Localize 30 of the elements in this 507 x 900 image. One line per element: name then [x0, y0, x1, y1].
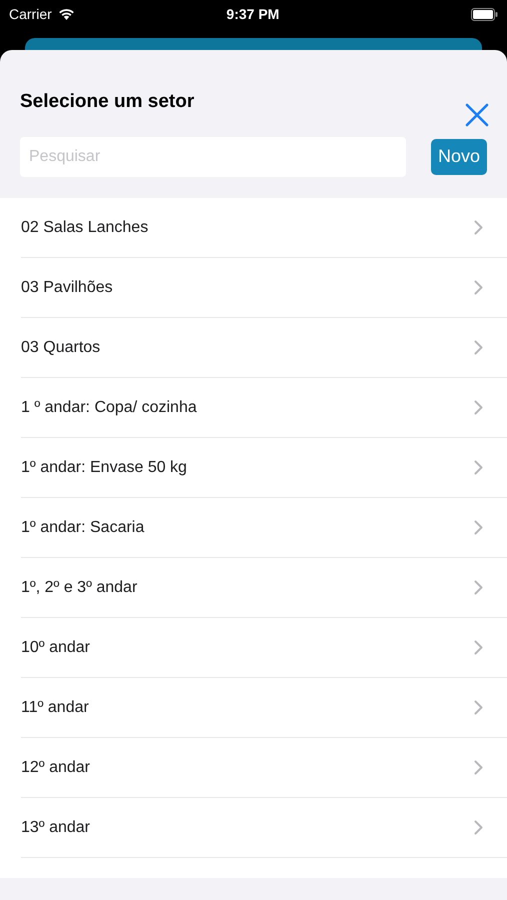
list-item[interactable]: 11º andar	[21, 678, 507, 738]
chevron-right-icon	[474, 640, 483, 655]
close-icon[interactable]	[465, 102, 489, 126]
carrier-label: Carrier	[9, 4, 52, 24]
list-item[interactable]: 1 º andar: Copa/ cozinha	[21, 378, 507, 438]
list-item[interactable]: 03 Quartos	[21, 318, 507, 378]
search-field[interactable]: Pesquisar	[20, 136, 406, 176]
list-item[interactable]: 10º andar	[21, 618, 507, 678]
new-button[interactable]: Novo	[430, 138, 487, 174]
chevron-right-icon	[474, 580, 483, 595]
list-item[interactable]: 13º andar	[21, 798, 507, 858]
wifi-icon	[58, 8, 75, 20]
list-item[interactable]: 02 Salas Lanches	[21, 198, 507, 258]
battery-icon	[470, 8, 498, 20]
list-item[interactable]: 1º andar: Envase 50 kg	[21, 438, 507, 498]
chevron-right-icon	[474, 340, 483, 355]
status-time: 9:37 PM	[226, 4, 280, 24]
chevron-right-icon	[474, 400, 483, 415]
sheet-title: Selecione um setor	[20, 90, 194, 114]
chevron-right-icon	[474, 820, 483, 835]
list-item[interactable]: 1º, 2º e 3º andar	[21, 558, 507, 618]
chevron-right-icon	[474, 760, 483, 775]
chevron-right-icon	[474, 460, 483, 475]
chevron-right-icon	[474, 280, 483, 295]
chevron-right-icon	[474, 700, 483, 715]
list-item[interactable]: 03 Pavilhões	[21, 258, 507, 318]
chevron-right-icon	[474, 520, 483, 535]
list-item[interactable]: 12º andar	[21, 738, 507, 798]
chevron-right-icon	[474, 220, 483, 235]
list-item[interactable]: 1º andar: Sacaria	[21, 498, 507, 558]
